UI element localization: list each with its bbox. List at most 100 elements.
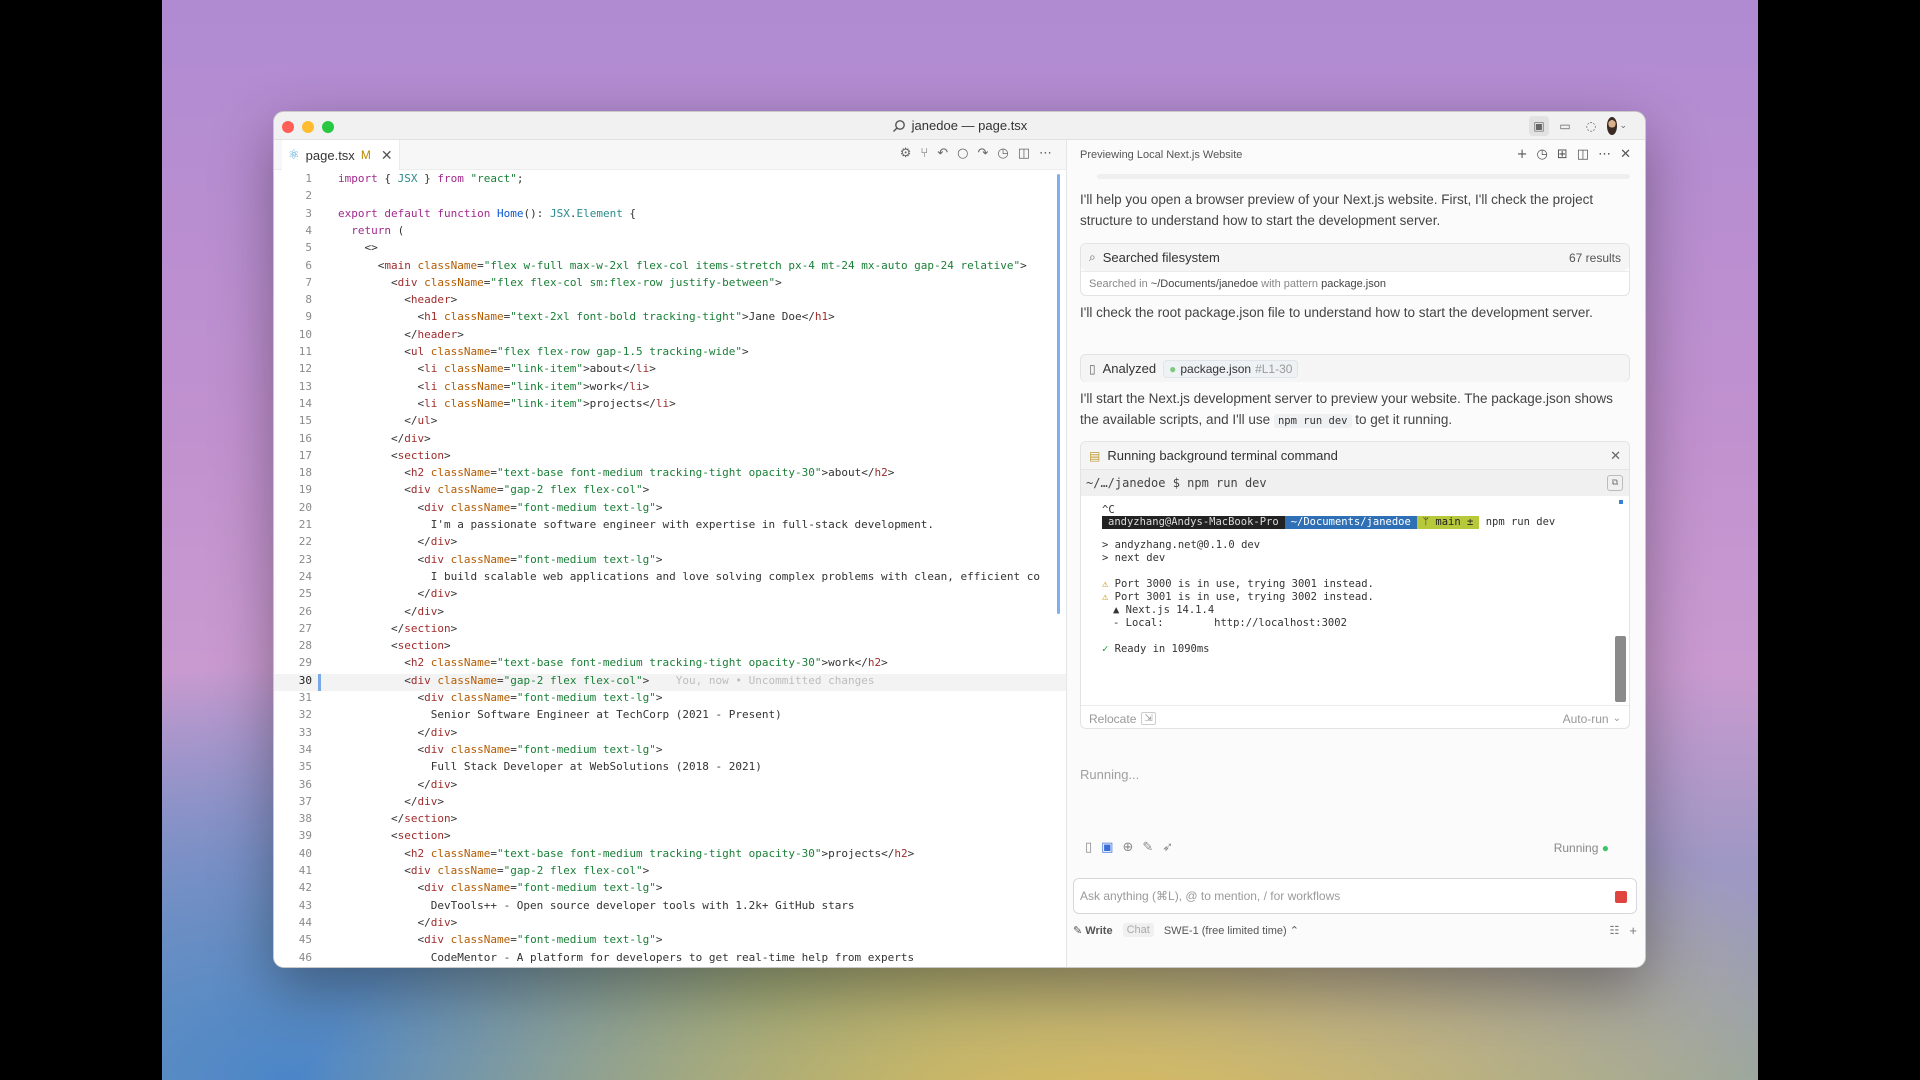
close-panel-icon[interactable]: ✕ [1620,147,1631,162]
code-line[interactable]: 26 </div> [274,605,1066,622]
code-line[interactable]: 15 </ul> [274,414,1066,431]
extensions-icon[interactable]: ⊞ [1557,147,1568,162]
mode-write-button[interactable]: ✎ Write [1073,924,1113,937]
more-icon[interactable]: ⋯ [1598,147,1611,162]
editor-toolbar: ⚙ ⑂ ↶ ○ ↷ ◷ ◫ ⋯ [900,146,1052,161]
go-back-icon[interactable]: ↶ [937,146,948,161]
line-number: 9 [305,310,312,324]
split-editor-icon[interactable]: ◫ [1018,146,1030,161]
code-line[interactable]: 12 <li className="link-item">about</li> [274,362,1066,379]
code-line[interactable]: 22 </div> [274,535,1066,552]
rocket-icon[interactable]: ➶ [1162,840,1173,855]
mode-chat-button[interactable]: Chat [1122,923,1154,937]
code-line[interactable]: 34 <div className="font-medium text-lg"> [274,743,1066,760]
tab-page-tsx[interactable]: ⚛ page.tsx M ✕ [282,140,400,170]
code-line[interactable]: 43 DevTools++ - Open source developer to… [274,899,1066,916]
code-line[interactable]: 16 </div> [274,432,1066,449]
code-line[interactable]: 29 <h2 className="text-base font-medium … [274,656,1066,673]
checklist-icon[interactable]: ☷ [1610,924,1620,937]
source-control-icon[interactable]: ⑂ [920,146,928,161]
code-line[interactable]: 20 <div className="font-medium text-lg"> [274,501,1066,518]
code-line[interactable]: 14 <li className="link-item">projects</l… [274,397,1066,414]
code-line[interactable]: 33 </div> [274,726,1066,743]
book-icon[interactable]: ◫ [1577,147,1589,162]
code-line[interactable]: 42 <div className="font-medium text-lg"> [274,881,1066,898]
code-line[interactable]: 6 <main className="flex w-full max-w-2xl… [274,259,1066,276]
close-icon[interactable]: ✕ [1610,448,1621,464]
code-line[interactable]: 35 Full Stack Developer at WebSolutions … [274,760,1066,777]
settings-icon[interactable]: ⚙ [900,146,912,161]
line-number: 3 [305,206,312,220]
code-line[interactable]: 1 import { JSX } from "react"; [274,172,1066,189]
go-forward-icon[interactable]: ↷ [977,146,988,161]
analyzed-card[interactable]: ▯ Analyzed ● package.json #L1-30 [1080,354,1630,382]
stop-button[interactable] [1615,891,1627,903]
code-line[interactable]: 41 <div className="gap-2 flex flex-col"> [274,864,1066,881]
code-area[interactable]: 1 import { JSX } from "react"; 2 3 export de… [274,170,1066,967]
code-line[interactable]: 30 <div className="gap-2 flex flex-col">… [274,673,1066,691]
code-line[interactable]: 46 CodeMentor - A platform for developer… [274,951,1066,968]
terminal-output[interactable]: ^C andyzhang@Andys-MacBook-Pro ~/Document… [1081,496,1629,705]
code-line[interactable]: 17 <section> [274,449,1066,466]
ide-window: janedoe — page.tsx ▣ ▭ ◌ ⌄ ⚛ page.tsx M … [273,111,1646,968]
check-circle-icon[interactable]: ◌ [1581,116,1601,136]
code-line[interactable]: 21 I'm a passionate software engineer wi… [274,518,1066,535]
timeline-icon[interactable]: ◷ [997,146,1008,161]
close-icon[interactable]: ✕ [381,147,393,164]
file-icon[interactable]: ▯ [1085,840,1092,855]
add-icon[interactable]: + [1629,923,1637,938]
line-number: 37 [298,794,312,808]
add-icon[interactable]: + [1517,147,1528,162]
image-icon[interactable]: ▣ [1101,840,1113,855]
code-line[interactable]: 39 <section> [274,829,1066,846]
ready-text: Ready in 1090ms [1114,643,1210,655]
code-line[interactable]: 23 <div className="font-medium text-lg"> [274,553,1066,570]
code-line[interactable]: 13 <li className="link-item">work</li> [274,380,1066,397]
code-line[interactable]: 31 <div className="font-medium text-lg"> [274,691,1066,708]
code-line[interactable]: 11 <ul className="flex flex-row gap-1.5 … [274,345,1066,362]
code-line[interactable]: 38 </section> [274,812,1066,829]
input-footer: ✎ Write Chat SWE-1 (free limited time) ⌃… [1073,918,1637,942]
code-line[interactable]: 37 </div> [274,795,1066,812]
line-number: 44 [298,915,312,929]
autorun-dropdown[interactable]: Auto-run [1563,712,1609,726]
terminal-scrollbar[interactable] [1615,636,1626,702]
tool-icon[interactable]: ✎ [1142,840,1153,855]
code-line[interactable]: 24 I build scalable web applications and… [274,570,1066,587]
line-content: </div> [338,587,458,601]
line-content: Full Stack Developer at WebSolutions (20… [338,760,762,774]
window-title[interactable]: janedoe — page.tsx [274,118,1645,133]
code-line[interactable]: 4 return ( [274,224,1066,241]
code-line[interactable]: 45 <div className="font-medium text-lg"> [274,933,1066,950]
copy-icon[interactable]: ⧉ [1607,475,1623,491]
layout-toggle-icon[interactable]: ▣ [1529,116,1549,136]
relocate-button[interactable]: Relocate [1089,712,1136,726]
code-line[interactable]: 2 [274,189,1066,206]
chat-icon[interactable]: ▭ [1555,116,1575,136]
chat-input[interactable]: Ask anything (⌘L), @ to mention, / for w… [1073,878,1637,914]
code-line[interactable]: 25 </div> [274,587,1066,604]
code-line[interactable]: 40 <h2 className="text-base font-medium … [274,847,1066,864]
code-line[interactable]: 44 </div> [274,916,1066,933]
code-line[interactable]: 9 <h1 className="text-2xl font-bold trac… [274,310,1066,327]
warning-icon: ⚠ [1102,591,1109,603]
circle-icon[interactable]: ○ [957,146,968,161]
file-chip[interactable]: ● package.json #L1-30 [1163,359,1299,378]
globe-icon[interactable]: ⊕ [1122,840,1133,855]
code-line[interactable]: 19 <div className="gap-2 flex flex-col"> [274,483,1066,500]
history-icon[interactable]: ◷ [1537,147,1548,162]
model-selector[interactable]: SWE-1 (free limited time) ⌃ [1164,924,1299,937]
account-menu[interactable]: ⌄ [1607,116,1627,136]
code-line[interactable]: 8 <header> [274,293,1066,310]
code-line[interactable]: 32 Senior Software Engineer at TechCorp … [274,708,1066,725]
code-line[interactable]: 10 </header> [274,328,1066,345]
code-line[interactable]: 3 export default function Home(): JSX.Ele… [274,207,1066,224]
code-line[interactable]: 5 <> [274,241,1066,258]
code-line[interactable]: 7 <div className="flex flex-col sm:flex-… [274,276,1066,293]
code-line[interactable]: 28 <section> [274,639,1066,656]
code-line[interactable]: 36 </div> [274,778,1066,795]
searched-filesystem-card[interactable]: ⌕ Searched filesystem 67 results Searche… [1080,243,1630,296]
code-line[interactable]: 27 </section> [274,622,1066,639]
more-actions-icon[interactable]: ⋯ [1039,146,1052,161]
code-line[interactable]: 18 <h2 className="text-base font-medium … [274,466,1066,483]
